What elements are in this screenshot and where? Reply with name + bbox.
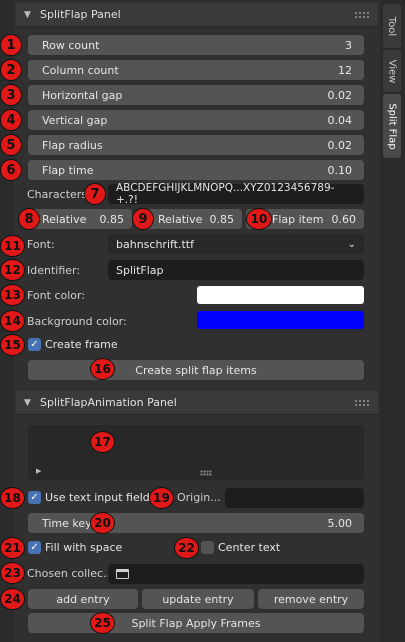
center-text-label: Center text (218, 541, 281, 554)
create-frame-label: Create frame (45, 338, 118, 351)
font-color-label: Font color: (27, 289, 86, 302)
annotation-badge: 7 (84, 183, 106, 205)
column-count-field[interactable]: Column count 12 (28, 60, 364, 80)
annotation-badge: 25 (90, 612, 115, 634)
row-count-field[interactable]: Row count 3 (28, 35, 364, 55)
chevron-down-icon: ▼ (24, 397, 31, 408)
annotation-badge: 3 (0, 84, 22, 106)
tab-split-flap[interactable]: Split Flap (383, 94, 401, 158)
horizontal-gap-field[interactable]: Horizontal gap 0.02 (28, 85, 364, 105)
panel-title: SplitFlapAnimation Panel (40, 396, 177, 409)
chosen-collection-label: Chosen collec... (27, 567, 114, 580)
annotation-badge: 17 (90, 431, 115, 453)
expand-arrow-icon[interactable]: ▶ (36, 467, 41, 475)
origin-input[interactable] (225, 488, 364, 508)
tab-view[interactable]: View (383, 50, 401, 92)
entry-list[interactable]: ▶ (28, 425, 364, 480)
background-color-swatch[interactable] (197, 311, 364, 329)
annotation-badge: 13 (0, 284, 25, 306)
vertical-gap-field[interactable]: Vertical gap 0.04 (28, 110, 364, 130)
chevron-down-icon: ▼ (24, 9, 31, 20)
annotation-badge: 15 (0, 334, 25, 356)
remove-entry-button[interactable]: remove entry (258, 589, 364, 609)
check-icon: ✓ (30, 492, 39, 503)
fill-with-space-checkbox[interactable]: ✓ (28, 541, 41, 554)
flap-radius-field[interactable]: Flap radius 0.02 (28, 135, 364, 155)
characters-label: Characters: (27, 188, 91, 201)
annotation-badge: 5 (0, 134, 22, 156)
use-text-input-label: Use text input field (45, 491, 150, 504)
flap-time-field[interactable]: Flap time 0.10 (28, 160, 364, 180)
tab-tool[interactable]: Tool (383, 4, 401, 48)
annotation-badge: 1 (0, 34, 22, 56)
update-entry-button[interactable]: update entry (142, 589, 254, 609)
fill-with-space-label: Fill with space (45, 541, 123, 554)
annotation-badge: 14 (0, 310, 25, 332)
panel-title: SplitFlap Panel (40, 8, 121, 21)
annotation-badge: 6 (0, 159, 22, 181)
annotation-badge: 12 (0, 259, 25, 281)
drag-handle-icon[interactable] (354, 11, 370, 19)
annotation-badge: 11 (0, 235, 25, 257)
font-label: Font: (27, 238, 55, 251)
annotation-badge: 8 (18, 208, 40, 230)
check-icon: ✓ (30, 339, 39, 350)
annotation-badge: 10 (246, 208, 272, 230)
annotation-badge: 21 (0, 537, 25, 559)
animation-panel-header[interactable]: ▼ SplitFlapAnimation Panel (16, 391, 378, 415)
annotation-badge: 9 (132, 208, 154, 230)
background-color-label: Background color: (27, 315, 127, 328)
annotation-badge: 22 (174, 537, 199, 559)
annotation-badge: 23 (0, 562, 25, 584)
relative-width-field[interactable]: Relative 0.85 (28, 209, 132, 229)
annotation-badge: 19 (149, 487, 174, 509)
apply-frames-button[interactable]: Split Flap Apply Frames (28, 613, 364, 633)
create-split-flap-items-button[interactable]: Create split flap items (28, 360, 364, 380)
identifier-input[interactable]: SplitFlap (108, 260, 364, 280)
annotation-badge: 4 (0, 109, 22, 131)
collection-icon (116, 569, 129, 579)
font-select[interactable]: bahnschrift.ttf ⌄ (108, 234, 364, 254)
check-icon: ✓ (30, 542, 39, 553)
resize-handle-icon[interactable] (200, 470, 212, 476)
identifier-label: Identifier: (27, 264, 81, 277)
annotation-badge: 16 (90, 358, 115, 380)
add-entry-button[interactable]: add entry (28, 589, 138, 609)
create-frame-checkbox[interactable]: ✓ (28, 338, 41, 351)
drag-handle-icon[interactable] (354, 399, 370, 407)
annotation-badge: 18 (0, 487, 25, 509)
center-text-checkbox[interactable] (201, 541, 214, 554)
splitflap-panel-header[interactable]: ▼ SplitFlap Panel (16, 3, 378, 27)
use-text-input-checkbox[interactable]: ✓ (28, 491, 41, 504)
annotation-badge: 2 (0, 59, 22, 81)
annotation-badge: 24 (0, 588, 25, 610)
annotation-badge: 20 (90, 512, 115, 534)
time-key-field[interactable]: Time key 5.00 (28, 513, 364, 533)
characters-input[interactable]: ABCDEFGHIJKLMNOPQ...XYZ0123456789-+.?! (108, 182, 364, 206)
font-color-swatch[interactable] (197, 286, 364, 304)
origin-label: Origin... (177, 491, 221, 504)
chevron-down-icon: ⌄ (347, 238, 356, 250)
chosen-collection-input[interactable] (108, 564, 364, 584)
